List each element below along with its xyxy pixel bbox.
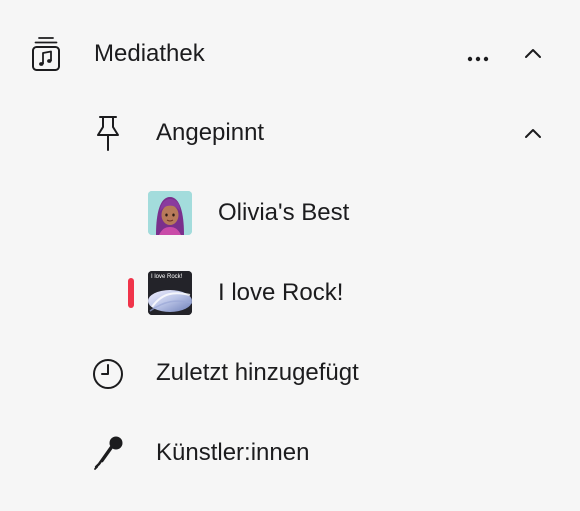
music-library-icon	[30, 36, 62, 77]
sidebar-item-library[interactable]: Mediathek	[0, 24, 580, 84]
sidebar-item-recently-added[interactable]: Zuletzt hinzugefügt	[0, 344, 580, 404]
sidebar-item-pinned[interactable]: Angepinnt	[0, 104, 580, 164]
sidebar-item-label: Zuletzt hinzugefügt	[156, 359, 359, 386]
pinned-playlist-item[interactable]: I love Rock! I love Rock!	[0, 263, 580, 323]
microphone-icon	[92, 434, 126, 475]
clock-icon	[92, 358, 124, 395]
playlist-label: I love Rock!	[218, 279, 344, 306]
rock-playlist-artwork: I love Rock!	[148, 271, 192, 315]
avatar-artwork	[148, 191, 192, 235]
ellipsis-icon[interactable]	[466, 50, 490, 62]
now-playing-indicator	[128, 278, 134, 308]
sidebar-item-label: Mediathek	[94, 40, 205, 67]
sidebar-item-label: Künstler:innen	[156, 439, 310, 466]
playlist-label: Olivia's Best	[218, 199, 350, 226]
sidebar-item-label: Angepinnt	[156, 119, 265, 146]
pin-icon	[94, 114, 122, 159]
sidebar-item-artists[interactable]: Künstler:innen	[0, 424, 580, 484]
chevron-up-icon[interactable]	[522, 43, 544, 65]
chevron-up-icon[interactable]	[522, 123, 544, 145]
artwork-caption: I love Rock!	[151, 274, 183, 280]
pinned-playlist-item[interactable]: Olivia's Best	[0, 183, 580, 243]
